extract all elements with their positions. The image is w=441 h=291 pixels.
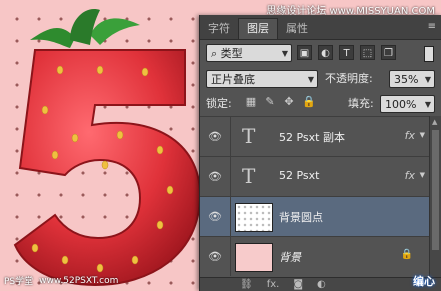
fill-input[interactable]: 100% ▼ [380,95,435,113]
layer-row[interactable]: 👁 T 52 Psxt 副本 fx ▼ [200,116,429,156]
bottom-watermark: PS学堂 www.52PSXT.com [4,274,119,288]
layer-thumbnail [235,203,273,232]
chevron-down-icon[interactable]: ▼ [420,131,425,139]
text-layer-icon: T [242,164,256,188]
layers-list: 👁 T 52 Psxt 副本 fx ▼ 👁 T 52 Psxt fx ▼ 👁 背… [200,116,429,277]
scroll-up-icon[interactable]: ▲ [432,118,437,126]
panel-menu-icon[interactable]: ≡ [428,21,436,32]
chevron-down-icon[interactable]: ▼ [420,171,425,179]
eye-icon[interactable]: 👁 [208,250,224,263]
site-logo: 编心 [413,275,435,288]
panel-tabs: 字符 图层 属性 ≡ [200,15,441,40]
adjustment-icon[interactable]: ◐ [317,279,326,290]
layer-row[interactable]: 👁 背景圆点 [200,196,429,236]
layer-name: 背景 [279,251,301,264]
scroll-thumb[interactable] [432,130,439,250]
tab-layers[interactable]: 图层 [238,18,278,39]
layer-name: 52 Psxt [279,169,320,182]
lock-icon: 🔒 [400,249,413,260]
lock-image-icon[interactable]: ✎ [264,96,276,108]
fx-badge[interactable]: fx [405,129,415,142]
blend-row: 正片叠底 ▼ 不透明度: 35% ▼ [200,68,441,90]
layer-name: 52 Psxt 副本 [279,131,345,144]
type-filter-icon[interactable]: T [339,45,354,60]
fx-badge[interactable]: fx [405,169,415,182]
panel-footer: ⛓ fx. ◙ ◐ [200,277,441,291]
tab-properties[interactable]: 属性 [278,19,316,39]
search-icon: ⌕ [211,47,221,60]
mask-icon[interactable]: ◙ [293,279,303,290]
tab-character[interactable]: 字符 [200,19,238,39]
eye-icon[interactable]: 👁 [208,130,224,143]
layer-row[interactable]: 👁 背景 🔒 [200,236,429,276]
lock-label: 锁定: [206,97,232,110]
eye-icon[interactable]: 👁 [208,170,224,183]
strawberry-number-five [13,9,202,287]
filter-row: ⌕ 类型 ▼ ▣ ◐ T ⬚ ❐ [200,42,441,64]
watermark-url: www.52PSXT.com [39,275,119,286]
lock-all-icon[interactable]: 🔒 [302,96,316,108]
shape-filter-icon[interactable]: ⬚ [360,45,375,60]
layer-thumbnail [235,243,273,272]
opacity-input[interactable]: 35% ▼ [389,70,435,88]
blend-mode-dropdown[interactable]: 正片叠底 ▼ [206,70,318,88]
layer-name: 背景圆点 [279,211,323,224]
text-layer-icon: T [242,124,256,148]
lock-transparent-icon[interactable]: ▦ [245,96,257,108]
filter-toggle[interactable] [424,46,434,62]
adjustment-filter-icon[interactable]: ◐ [318,45,333,60]
filter-icons: ▣ ◐ T ⬚ ❐ [297,45,396,60]
opacity-label: 不透明度: [325,72,373,85]
smart-object-filter-icon[interactable]: ❐ [381,45,396,60]
layers-scrollbar[interactable]: ▲ [429,116,441,277]
lock-position-icon[interactable]: ✥ [283,96,295,108]
fx-icon[interactable]: fx. [267,279,280,290]
filter-kind-dropdown[interactable]: ⌕ 类型 ▼ [206,44,292,62]
link-icon[interactable]: ⛓ [240,279,253,290]
eye-icon[interactable]: 👁 [208,210,224,223]
layer-row[interactable]: 👁 T 52 Psxt fx ▼ [200,156,429,196]
lock-row: 锁定: ▦ ✎ ✥ 🔒 填充: 100% ▼ [200,93,441,115]
fill-label: 填充: [348,97,374,110]
layers-panel: 字符 图层 属性 ≡ ⌕ 类型 ▼ ▣ ◐ T ⬚ ❐ 正片叠底 ▼ 不透明度: 3… [199,15,441,291]
pixel-filter-icon[interactable]: ▣ [297,45,312,60]
watermark-label: PS学堂 [4,277,34,287]
